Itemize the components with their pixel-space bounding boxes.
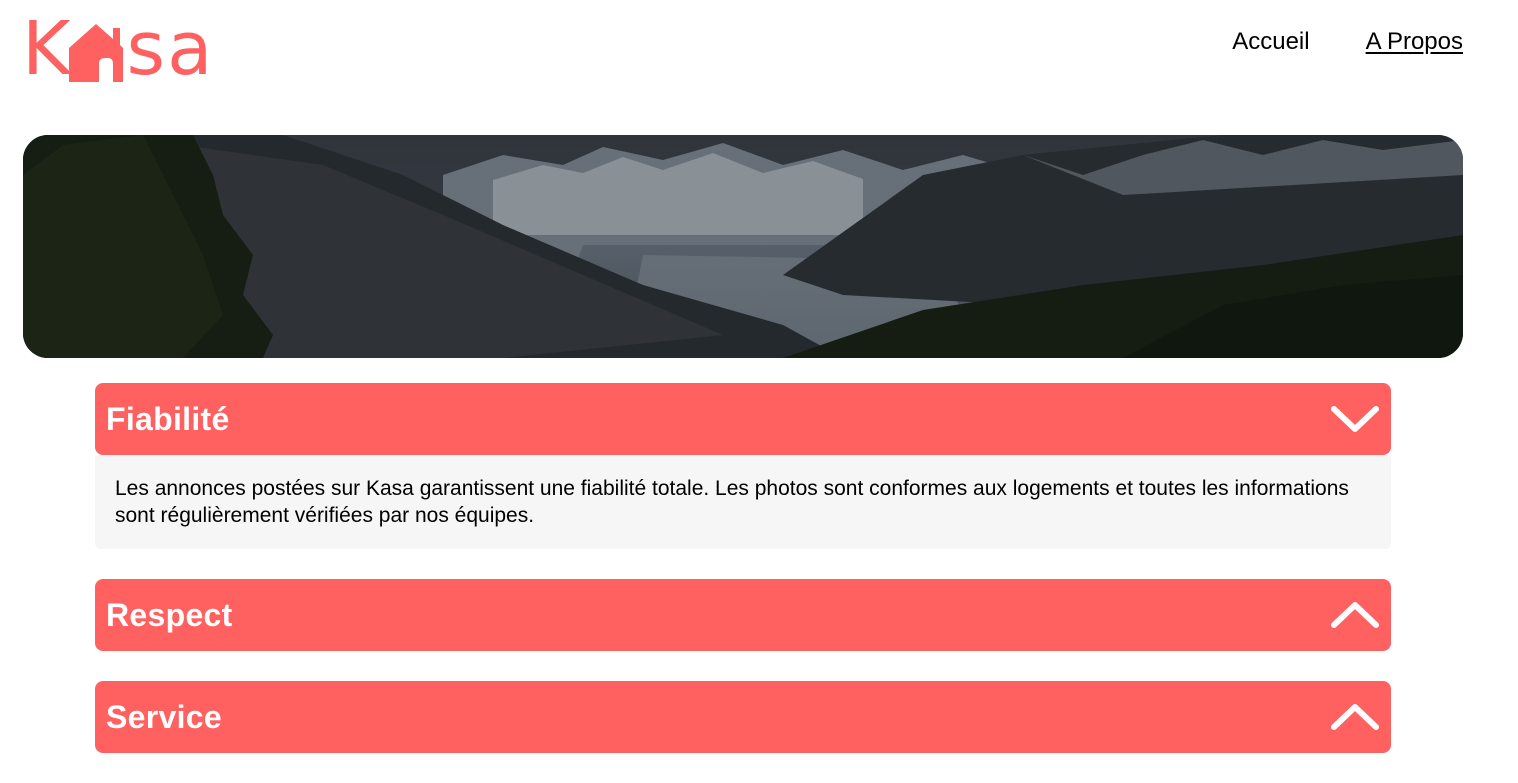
values-collapses: Fiabilité Les annonces postées sur Kasa … [95,383,1391,783]
chevron-up-icon[interactable] [1329,701,1381,733]
collapse-body-fiabilite: Les annonces postées sur Kasa garantisse… [95,455,1391,549]
collapse-header-fiabilite[interactable]: Fiabilité [95,383,1391,455]
logo-letter-k: K [22,6,73,92]
collapse-fiabilite: Fiabilité Les annonces postées sur Kasa … [95,383,1391,549]
logo-letter-a: a [167,6,215,92]
collapse-title: Service [106,698,222,735]
chevron-up-icon[interactable] [1329,599,1381,631]
main-nav: Accueil A Propos [1232,28,1463,56]
collapse-header-service[interactable]: Service [95,681,1391,753]
chevron-down-icon[interactable] [1329,403,1381,435]
collapse-header-respect[interactable]: Respect [95,579,1391,651]
kasa-logo[interactable]: K s a [22,10,214,88]
header: K s a Accueil A Propos [0,0,1518,100]
collapse-respect: Respect [95,579,1391,651]
collapse-title: Fiabilité [106,400,230,437]
logo-letter-s: s [126,6,168,92]
collapse-service: Service [95,681,1391,753]
house-icon [67,18,125,84]
collapse-title: Respect [106,596,233,633]
about-banner-image [23,135,1463,358]
nav-link-accueil[interactable]: Accueil [1232,28,1309,56]
nav-link-a-propos[interactable]: A Propos [1366,28,1463,56]
